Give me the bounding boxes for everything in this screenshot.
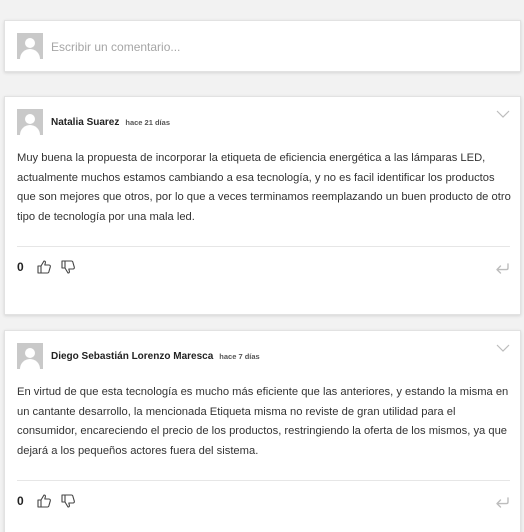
comment-card: Natalia Suarez hace 21 días Muy buena la … — [4, 96, 521, 315]
author-avatar-icon — [17, 109, 43, 135]
chevron-down-icon[interactable] — [496, 343, 510, 353]
vote-score: 0 — [17, 494, 24, 508]
thumbs-down-icon[interactable] — [60, 493, 76, 509]
thumbs-up-icon[interactable] — [36, 493, 52, 509]
comment-time: hace 21 días — [125, 118, 170, 127]
comment-header: Natalia Suarez hace 21 días — [51, 117, 170, 128]
comment-composer — [4, 20, 521, 72]
vote-score: 0 — [17, 260, 24, 274]
comment-input[interactable] — [51, 37, 491, 57]
user-avatar-icon — [17, 33, 43, 59]
reply-icon[interactable] — [494, 261, 510, 275]
thumbs-down-icon[interactable] — [60, 259, 76, 275]
thumbs-up-icon[interactable] — [36, 259, 52, 275]
comment-header: Diego Sebastián Lorenzo Maresca hace 7 dí… — [51, 351, 260, 362]
chevron-down-icon[interactable] — [496, 109, 510, 119]
comment-time: hace 7 días — [219, 352, 260, 361]
reply-icon[interactable] — [494, 495, 510, 509]
comment-text: Muy buena la propuesta de incorporar la … — [17, 152, 511, 223]
divider — [17, 246, 510, 247]
comment-text: En virtud de que esta tecnología es much… — [17, 386, 509, 457]
divider — [17, 480, 510, 481]
comment-actions: 0 — [17, 493, 84, 509]
author-avatar-icon — [17, 343, 43, 369]
comment-card: Diego Sebastián Lorenzo Maresca hace 7 dí… — [4, 330, 521, 532]
comment-actions: 0 — [17, 259, 84, 275]
author-name[interactable]: Diego Sebastián Lorenzo Maresca — [51, 351, 213, 362]
author-name[interactable]: Natalia Suarez — [51, 117, 119, 128]
